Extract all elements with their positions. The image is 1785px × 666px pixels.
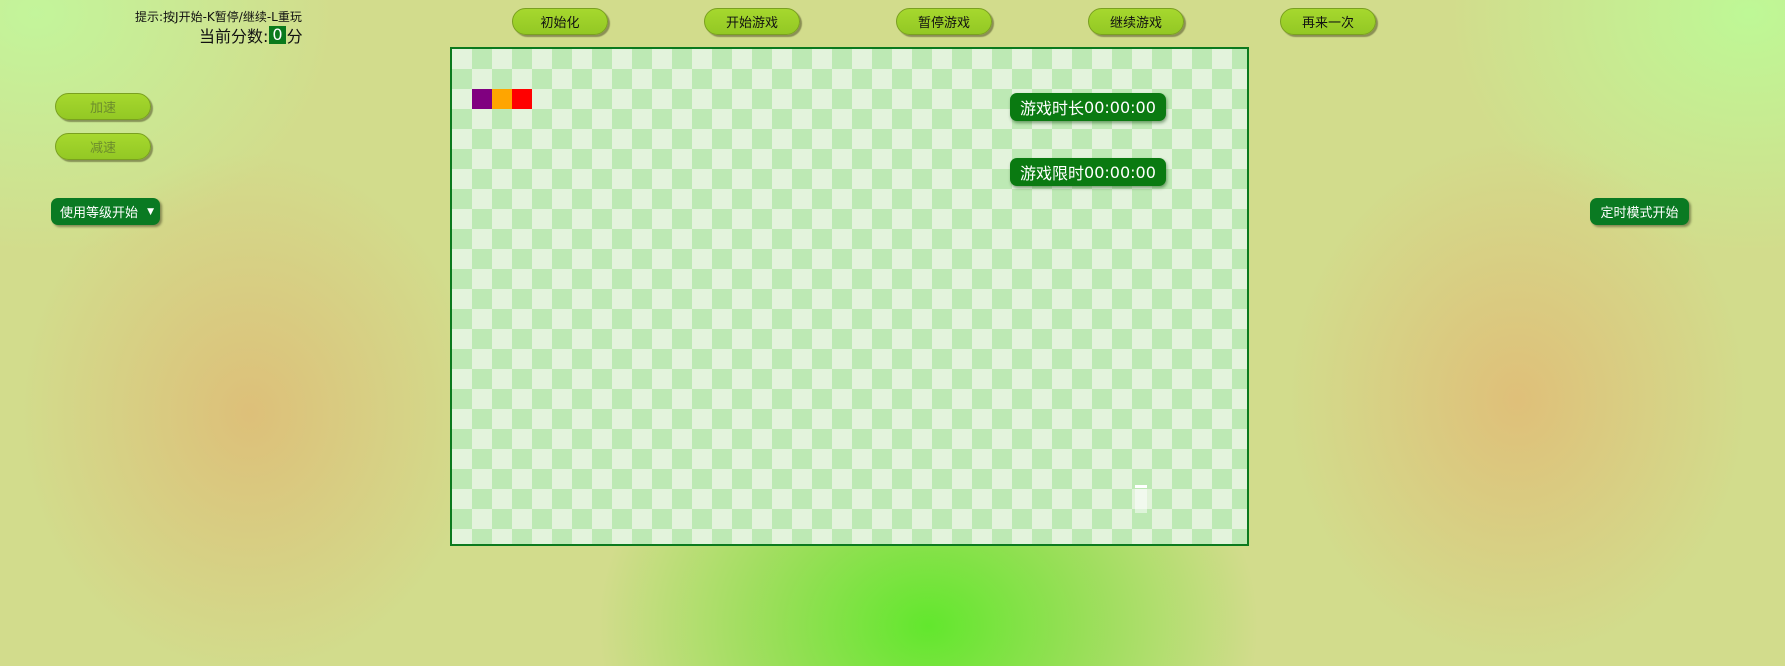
chevron-down-icon: ▼ xyxy=(147,206,154,217)
timed-mode-start-button[interactable]: 定时模式开始 xyxy=(1590,198,1689,225)
limit-label: 游戏限时 xyxy=(1020,164,1085,183)
speed-up-button[interactable]: 加速 xyxy=(55,93,151,120)
elapsed-timer: 游戏时长 00:00:00 xyxy=(1010,93,1166,121)
score-suffix: 分 xyxy=(286,27,303,46)
elapsed-value: 00:00:00 xyxy=(1084,97,1156,117)
start-game-button[interactable]: 开始游戏 xyxy=(704,8,800,35)
score-value: 0 xyxy=(269,26,286,44)
limit-value: 00:00:00 xyxy=(1084,162,1156,182)
elapsed-label: 游戏时长 xyxy=(1020,99,1085,118)
score-prefix: 当前分数: xyxy=(199,27,269,46)
level-select-label: 使用等级开始 xyxy=(60,206,139,221)
level-start-select[interactable]: 使用等级开始 ▼ xyxy=(51,198,160,225)
snake-body xyxy=(492,89,512,109)
replay-button[interactable]: 再来一次 xyxy=(1280,8,1376,35)
init-button[interactable]: 初始化 xyxy=(512,8,608,35)
speed-down-button[interactable]: 减速 xyxy=(55,133,151,160)
scroll-track[interactable] xyxy=(1135,489,1147,513)
time-limit-timer: 游戏限时 00:00:00 xyxy=(1010,158,1166,186)
score-display: 当前分数: 0 分 xyxy=(199,23,303,47)
snake-head xyxy=(512,89,532,109)
resume-game-button[interactable]: 继续游戏 xyxy=(1088,8,1184,35)
game-board: 游戏时长 00:00:00 游戏限时 00:00:00 xyxy=(450,47,1249,546)
pause-game-button[interactable]: 暂停游戏 xyxy=(896,8,992,35)
snake-tail xyxy=(472,89,492,109)
scroll-handle[interactable] xyxy=(1135,485,1147,488)
